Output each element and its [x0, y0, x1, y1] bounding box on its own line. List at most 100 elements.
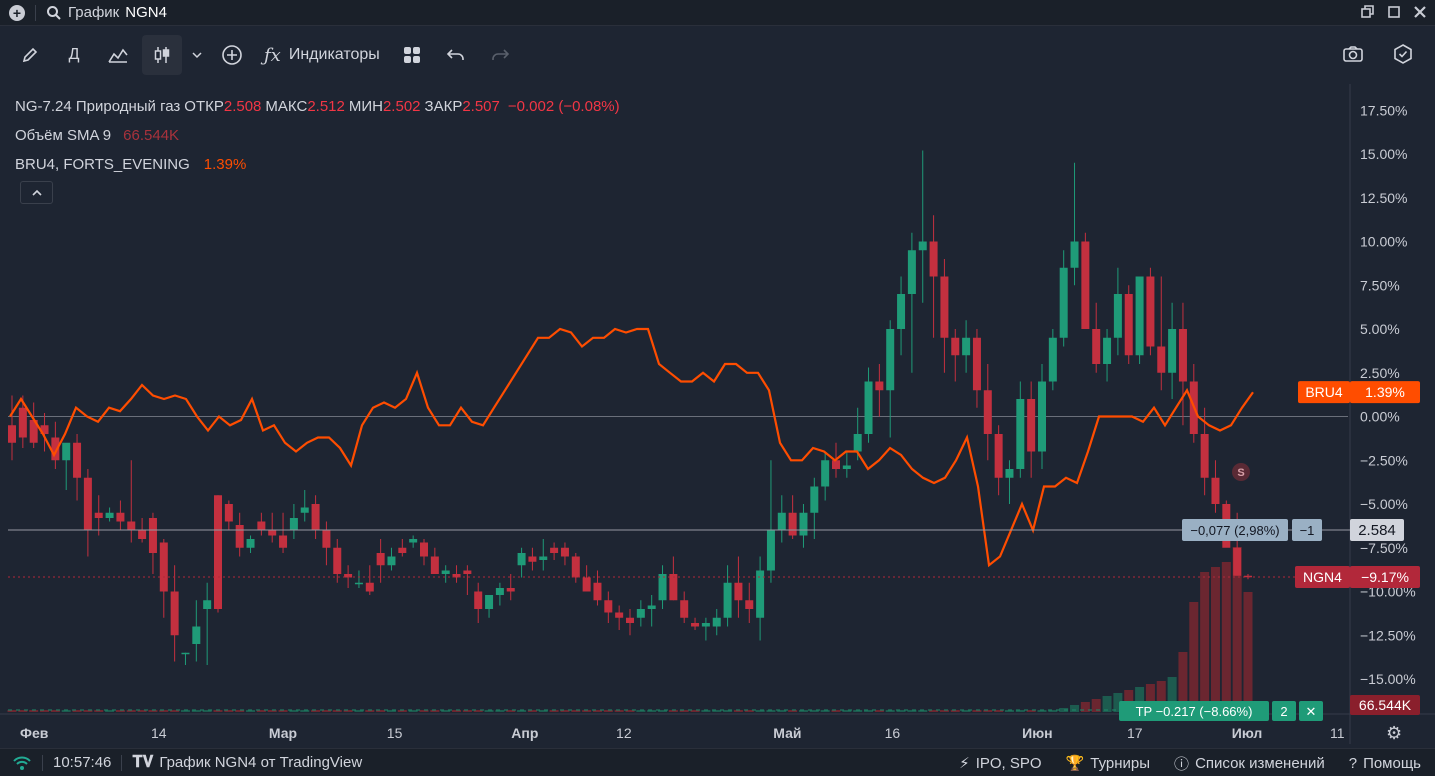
- legend-main-series[interactable]: NG-7.24 Природный газ ОТКР 2.508 МАКС 2.51…: [15, 92, 620, 121]
- restore-window-icon[interactable]: [1359, 3, 1377, 21]
- candle-body: [354, 582, 363, 585]
- chart-type-area-button[interactable]: [98, 35, 138, 75]
- candle-body: [756, 570, 765, 618]
- redo-icon: [491, 49, 509, 60]
- indicators-button[interactable]: ƒx Индикаторы: [256, 35, 388, 75]
- price-axis-tick-label: 5.00%: [1360, 321, 1400, 337]
- volume-bar: [1210, 567, 1220, 712]
- candle-body: [723, 582, 732, 618]
- new-tab-icon[interactable]: +: [9, 4, 25, 21]
- maximize-window-icon[interactable]: [1385, 3, 1403, 21]
- price-axis-tick-label: 17.50%: [1360, 102, 1407, 118]
- price-axis[interactable]: 17.50% 15.00% 12.50% 10.00% 7.50% 5.00% 2.50% 0…: [1349, 84, 1416, 744]
- candle-body: [842, 465, 851, 469]
- chart-type-dropdown[interactable]: [186, 35, 208, 75]
- tournaments-label: Турниры: [1090, 754, 1151, 772]
- candle-body: [734, 582, 743, 601]
- candle-body: [593, 582, 602, 601]
- candle-body: [409, 539, 418, 543]
- candle-body: [1048, 337, 1057, 382]
- legend-collapse-button[interactable]: [20, 181, 53, 204]
- time-axis-tick-label: 15: [387, 725, 403, 741]
- trophy-icon: 🏆: [1065, 755, 1085, 772]
- candle-body: [170, 591, 179, 636]
- candle-body: [766, 530, 775, 571]
- candle-body: [235, 525, 244, 548]
- price-axis-tick-label: 12.50%: [1360, 190, 1407, 206]
- time-axis-tick-label: Мар: [269, 725, 297, 741]
- compare-symbol-button[interactable]: [212, 35, 252, 75]
- ipo-spo-link[interactable]: ⚡ IPO, SPO: [959, 754, 1041, 773]
- window-symbol[interactable]: NGN4: [125, 4, 167, 21]
- undo-button[interactable]: [436, 35, 476, 75]
- candle-body: [376, 553, 385, 566]
- candle-body: [680, 600, 689, 618]
- volume-bar: [1221, 562, 1231, 712]
- time-axis-tick-label: 17: [1127, 725, 1143, 741]
- draw-tool-button[interactable]: [10, 35, 50, 75]
- candle-body: [1038, 381, 1046, 452]
- help-link[interactable]: ? Помощь: [1349, 755, 1421, 772]
- candle-body: [1211, 477, 1220, 504]
- close-window-icon[interactable]: [1411, 3, 1429, 21]
- time-axis-tick-label: Июл: [1232, 725, 1263, 741]
- candle-body: [582, 577, 591, 592]
- search-icon[interactable]: [46, 5, 62, 21]
- legend-compare-series[interactable]: BRU4, FORTS_EVENING 1.39%: [15, 150, 620, 179]
- wifi-icon: [13, 756, 31, 770]
- layouts-button[interactable]: [392, 35, 432, 75]
- connection-status[interactable]: [12, 755, 32, 771]
- time-axis-tick-label: Апр: [511, 725, 538, 741]
- tradingview-link[interactable]: 𝐓𝐕 График NGN4 от TradingView: [132, 754, 362, 772]
- legend-volume-value: 66.544K: [123, 127, 180, 144]
- price-chart[interactable]: 17.50% 15.00% 12.50% 10.00% 7.50% 5.00% 2.50% 0…: [0, 84, 1435, 748]
- screenshot-button[interactable]: [1333, 34, 1373, 74]
- divider: [42, 754, 43, 771]
- candle-body: [983, 390, 992, 434]
- candle-body: [853, 434, 862, 452]
- candle-body: [918, 241, 927, 251]
- status-bar: 10:57:46 𝐓𝐕 График NGN4 от TradingView ⚡…: [0, 748, 1435, 776]
- candle-body: [517, 553, 526, 566]
- legend-compare-name: BRU4, FORTS_EVENING: [15, 156, 190, 173]
- time-axis-tick-label: 11: [1330, 725, 1345, 741]
- chart-toolbar: Д ƒx Индикаторы: [0, 26, 1435, 84]
- candle-body: [1113, 294, 1122, 338]
- candle-body: [712, 617, 721, 627]
- redo-button[interactable]: [480, 35, 520, 75]
- chevron-up-icon: [31, 189, 42, 196]
- price-axis-tick-label: −7.50%: [1360, 540, 1408, 556]
- lightning-icon: ⚡: [959, 755, 970, 772]
- chart-type-candles-button[interactable]: [142, 35, 182, 75]
- candle-body: [560, 547, 569, 557]
- tournaments-link[interactable]: 🏆 Турниры: [1065, 754, 1151, 773]
- candle-body: [18, 407, 27, 438]
- undo-icon: [446, 49, 464, 60]
- candles-icon: [154, 47, 170, 63]
- time-axis-tick-label: Фев: [20, 725, 49, 741]
- candle-body: [268, 530, 277, 536]
- candle-body: [495, 588, 504, 595]
- settings-button[interactable]: [1383, 34, 1423, 74]
- help-icon: ?: [1348, 754, 1358, 772]
- candle-body: [127, 521, 136, 531]
- candle-body: [1124, 294, 1133, 356]
- candle-body: [181, 652, 190, 655]
- changelog-link[interactable]: ⓘ Список изменений: [1174, 753, 1325, 774]
- info-icon: ⓘ: [1174, 755, 1190, 773]
- changelog-label: Список изменений: [1195, 754, 1325, 772]
- legend-volume-indicator[interactable]: Объём SMA 9 66.544K: [15, 121, 620, 150]
- candle-body: [1157, 346, 1166, 373]
- price-axis-tick-label: −2.50%: [1360, 452, 1408, 468]
- title-bar: + График NGN4: [0, 0, 1435, 26]
- candle-body: [1005, 469, 1014, 478]
- area-chart-icon: [108, 48, 128, 63]
- candle-body: [875, 381, 884, 391]
- volume-bar: [1189, 602, 1199, 712]
- price-axis-tick-label: 7.50%: [1360, 277, 1400, 293]
- volume-sma-label-text: 66.544K: [1359, 697, 1412, 713]
- interval-button[interactable]: Д: [54, 35, 94, 75]
- candle-body: [886, 329, 895, 391]
- candle-body: [1178, 329, 1187, 382]
- camera-icon: [1343, 46, 1363, 62]
